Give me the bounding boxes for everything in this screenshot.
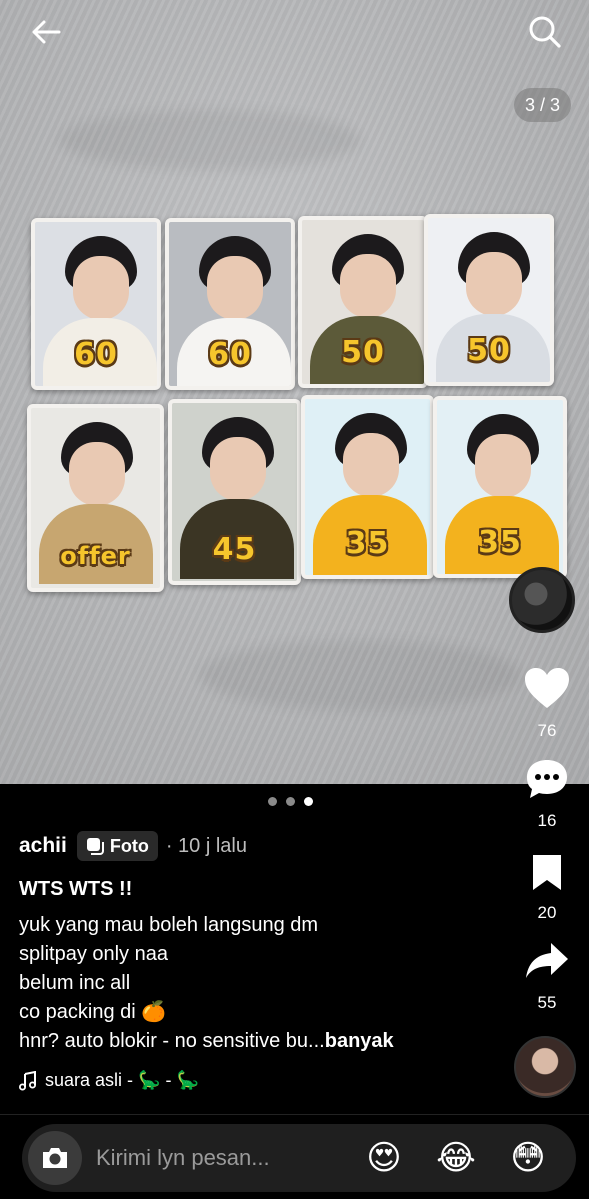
photocard-price: 35: [478, 525, 522, 560]
photocard-price: offer: [60, 542, 131, 570]
description-line-truncated: hnr? auto blokir - no sensitive bu...ban…: [19, 1027, 499, 1056]
photocard-face: [69, 442, 125, 506]
photocard: 50: [424, 214, 554, 386]
emoji-flushed-icon: 😳: [510, 1139, 546, 1177]
photo-stack-icon: [86, 838, 104, 855]
creator-avatar[interactable]: [514, 1036, 576, 1098]
photocard-price: 45: [212, 532, 257, 567]
description-line: belum inc all: [19, 972, 131, 994]
share-button[interactable]: 55: [519, 940, 575, 1013]
photocard: 50: [298, 216, 428, 388]
see-more-link[interactable]: banyak: [325, 1030, 394, 1052]
message-bar: Kirimi lyn pesan... 😍 😂 😳: [22, 1124, 576, 1192]
arrow-left-icon: [32, 20, 61, 44]
photocard: 35: [433, 396, 567, 578]
photocard: 45: [168, 399, 301, 585]
photocard-price: 50: [341, 335, 385, 370]
photocard: 60: [165, 218, 295, 390]
photocard-face: [73, 256, 129, 320]
like-button[interactable]: 76: [519, 666, 575, 741]
emoji-heart-eyes-button[interactable]: 😍: [362, 1136, 406, 1180]
description-line: co packing di 🍊: [19, 1001, 167, 1023]
bookmark-icon: [533, 855, 561, 890]
share-count: 55: [537, 993, 557, 1012]
camera-button[interactable]: [28, 1131, 82, 1185]
heart-icon: [525, 668, 569, 708]
photo-badge-label: Foto: [109, 835, 149, 856]
photocard: offer: [27, 404, 164, 592]
photocard-face: [340, 254, 396, 318]
description-line: splitpay only naa: [19, 943, 168, 965]
photocard-face: [207, 256, 263, 320]
description-line: yuk yang mau boleh langsung dm: [19, 914, 319, 936]
emoji-laughing-icon: 😂: [436, 1139, 476, 1177]
save-count: 20: [537, 903, 557, 922]
message-input[interactable]: Kirimi lyn pesan...: [96, 1145, 362, 1171]
photocard-price: 60: [208, 337, 252, 372]
fabric-fold: [200, 640, 520, 710]
back-button[interactable]: [26, 12, 66, 52]
photocard-price: 60: [74, 337, 118, 372]
search-button[interactable]: [525, 12, 565, 52]
photocard-price: 50: [467, 333, 511, 368]
author-line: achii Foto · 10 j lalu: [19, 830, 499, 862]
photocard-face: [343, 433, 399, 497]
comment-count: 16: [537, 811, 557, 830]
carousel-dot: [268, 797, 277, 806]
comment-icon: [527, 760, 567, 798]
photocard: 60: [31, 218, 161, 390]
music-disc-avatar[interactable]: [509, 567, 575, 633]
post-photo[interactable]: 3 / 3 60 60 50 50 offer 45 35 35: [0, 0, 589, 784]
camera-icon: [43, 1148, 67, 1168]
fabric-fold: [60, 110, 360, 170]
photocard-face: [466, 252, 522, 316]
emoji-laughing-button[interactable]: 😂: [434, 1136, 478, 1180]
carousel-dot: [286, 797, 295, 806]
comment-button[interactable]: 16: [519, 758, 575, 831]
music-title: suara asli - 🦕 - 🦕: [45, 1070, 199, 1090]
carousel-dots: [268, 797, 313, 806]
photocard: 35: [301, 395, 434, 579]
emoji-heart-eyes-icon: 😍: [366, 1139, 402, 1177]
post-caption: achii Foto · 10 j lalu WTS WTS !! yuk ya…: [19, 830, 499, 1091]
post-title: WTS WTS !!: [19, 878, 133, 900]
emoji-flushed-button[interactable]: 😳: [506, 1136, 550, 1180]
photocard-face: [475, 434, 531, 498]
username[interactable]: achii: [19, 834, 67, 858]
save-button[interactable]: 20: [519, 852, 575, 923]
photo-badge: Foto: [76, 831, 158, 861]
photocard-price: 35: [345, 526, 390, 561]
music-note-icon: [19, 1070, 36, 1090]
image-counter: 3 / 3: [513, 88, 571, 122]
divider: [0, 1114, 589, 1115]
music-info[interactable]: suara asli - 🦕 - 🦕: [19, 1070, 499, 1091]
photocard-face: [210, 437, 266, 501]
description-line: hnr? auto blokir - no sensitive bu...: [19, 1030, 325, 1052]
share-arrow-icon: [526, 943, 568, 978]
post-time: · 10 j lalu: [165, 834, 247, 857]
like-count: 76: [537, 721, 557, 740]
search-icon: [529, 16, 561, 48]
carousel-dot-active: [304, 797, 313, 806]
post-description[interactable]: yuk yang mau boleh langsung dm splitpay …: [19, 911, 499, 1056]
